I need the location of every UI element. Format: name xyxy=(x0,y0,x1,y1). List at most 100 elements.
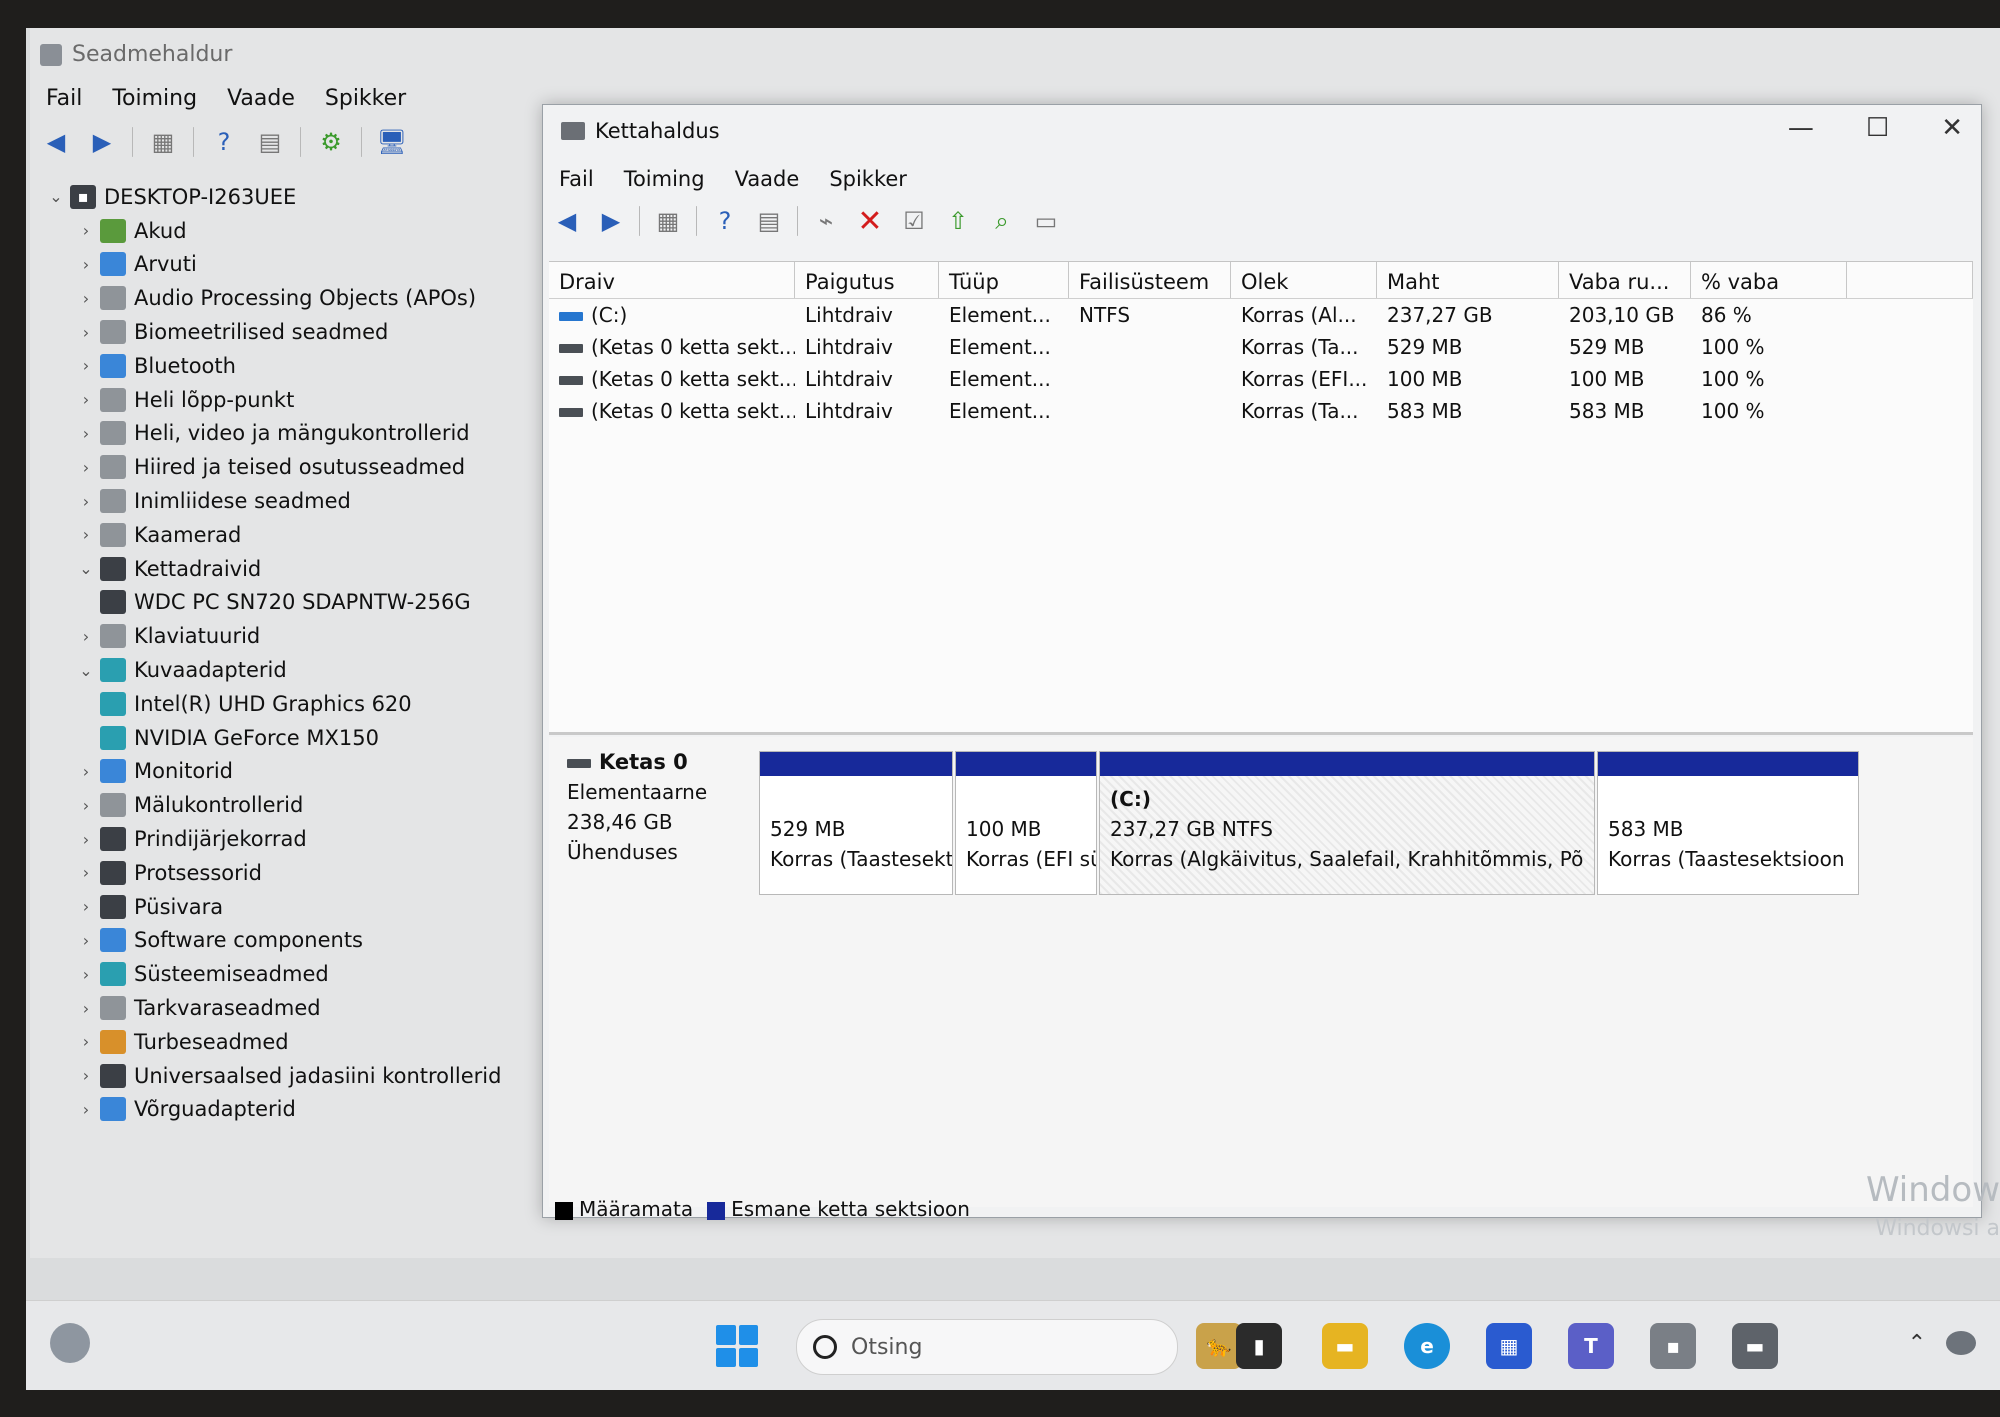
partition-recovery-1[interactable]: 529 MB Korras (Taastesektsioo xyxy=(759,751,953,895)
tree-item[interactable]: › Audio Processing Objects (APOs) xyxy=(42,281,562,315)
device-manager-taskbar-icon[interactable]: ▪ xyxy=(1650,1323,1696,1369)
chevron-down-icon[interactable]: ⌄ xyxy=(72,661,100,680)
back-arrow-icon[interactable]: ◀ xyxy=(551,205,583,237)
chevron-right-icon[interactable]: › xyxy=(72,289,100,308)
tree-item[interactable]: › Hiired ja teised osutusseadmed xyxy=(42,450,562,484)
column-header-tyyp[interactable]: Tüüp xyxy=(939,262,1069,298)
tree-item[interactable]: › Universaalsed jadasiini kontrollerid xyxy=(42,1059,562,1093)
file-explorer-icon[interactable]: ▬ xyxy=(1322,1323,1368,1369)
tree-item[interactable]: › Akud xyxy=(42,214,562,248)
partition-c-drive[interactable]: (C:) 237,27 GB NTFS Korras (Algkäivitus,… xyxy=(1099,751,1595,895)
chevron-right-icon[interactable]: › xyxy=(72,1032,100,1051)
chevron-right-icon[interactable]: › xyxy=(72,762,100,781)
forward-arrow-icon[interactable]: ▶ xyxy=(86,126,118,158)
disk-management-taskbar-icon[interactable]: ▬ xyxy=(1732,1323,1778,1369)
tree-item[interactable]: › Püsivara xyxy=(42,890,562,924)
chevron-right-icon[interactable]: › xyxy=(72,863,100,882)
tree-item[interactable]: › Kaamerad xyxy=(42,518,562,552)
onedrive-icon[interactable] xyxy=(1946,1331,1976,1355)
column-header-vaba-ruum[interactable]: Vaba ru... xyxy=(1559,262,1691,298)
table-row[interactable]: (C:) Lihtdraiv Element... NTFS Korras (Al...… xyxy=(549,299,1973,331)
scan-hardware-icon[interactable]: 🖥 xyxy=(376,126,408,158)
chevron-right-icon[interactable]: › xyxy=(72,931,100,950)
chevron-right-icon[interactable]: › xyxy=(72,492,100,511)
partition-efi[interactable]: 100 MB Korras (EFI süst xyxy=(955,751,1097,895)
chevron-right-icon[interactable]: › xyxy=(72,965,100,984)
tree-item[interactable]: › Arvuti xyxy=(42,248,562,282)
connect-disk-icon[interactable]: ⌁ xyxy=(810,205,842,237)
delete-icon[interactable]: ✕ xyxy=(854,204,886,239)
help-icon[interactable]: ? xyxy=(208,126,240,158)
menu-vaade[interactable]: Vaade xyxy=(227,86,295,111)
menu-toiming[interactable]: Toiming xyxy=(112,86,197,111)
tree-item[interactable]: › Süsteemiseadmed xyxy=(42,957,562,991)
tree-item[interactable]: › Tarkvaraseadmed xyxy=(42,991,562,1025)
tree-item[interactable]: ⌄ Kuvaadapterid xyxy=(42,653,562,687)
tree-item[interactable]: ⌄ Kettadraivid xyxy=(42,552,562,586)
tree-item[interactable]: NVIDIA GeForce MX150 xyxy=(42,721,562,755)
tree-item[interactable]: › Heli lõpp-punkt xyxy=(42,383,562,417)
edge-browser-icon[interactable]: e xyxy=(1404,1323,1450,1369)
column-header-protsent-vaba[interactable]: % vaba xyxy=(1691,262,1847,298)
tree-item[interactable]: Intel(R) UHD Graphics 620 xyxy=(42,687,562,721)
widgets-icon[interactable] xyxy=(50,1323,90,1363)
chevron-right-icon[interactable]: › xyxy=(72,424,100,443)
help-icon[interactable]: ? xyxy=(709,205,741,237)
tree-item[interactable]: › Klaviatuurid xyxy=(42,619,562,653)
tree-item[interactable]: › Prindijärjekorrad xyxy=(42,822,562,856)
settings-pane-icon[interactable]: ▭ xyxy=(1030,205,1062,237)
chevron-right-icon[interactable]: › xyxy=(72,255,100,274)
table-row[interactable]: (Ketas 0 ketta sekt... Lihtdraiv Element..… xyxy=(549,363,1973,395)
teams-icon[interactable]: T xyxy=(1568,1323,1614,1369)
menu-spikker[interactable]: Spikker xyxy=(325,86,406,111)
chevron-right-icon[interactable]: › xyxy=(72,356,100,375)
minimize-icon[interactable]: — xyxy=(1788,113,1814,143)
table-row[interactable]: (Ketas 0 ketta sekt... Lihtdraiv Element..… xyxy=(549,395,1973,427)
chevron-right-icon[interactable]: › xyxy=(72,897,100,916)
back-arrow-icon[interactable]: ◀ xyxy=(40,126,72,158)
partition-recovery-2[interactable]: 583 MB Korras (Taastesektsioon xyxy=(1597,751,1859,895)
chevron-right-icon[interactable]: › xyxy=(72,525,100,544)
taskbar-search[interactable]: Otsing xyxy=(796,1319,1178,1375)
maximize-icon[interactable]: ☐ xyxy=(1866,113,1889,143)
task-view-icon[interactable]: ▮ xyxy=(1236,1323,1282,1369)
chevron-right-icon[interactable]: › xyxy=(72,1100,100,1119)
chevron-right-icon[interactable]: › xyxy=(72,830,100,849)
tree-root[interactable]: ⌄ ▪ DESKTOP-I263UEE xyxy=(42,180,562,214)
menu-fail[interactable]: Fail xyxy=(559,167,594,191)
chevron-down-icon[interactable]: ⌄ xyxy=(42,187,70,206)
import-icon[interactable]: ⇧ xyxy=(942,205,974,237)
chevron-right-icon[interactable]: › xyxy=(72,390,100,409)
tree-item[interactable]: › Mälukontrollerid xyxy=(42,788,562,822)
tree-item[interactable]: › Protsessorid xyxy=(42,856,562,890)
tree-item[interactable]: › Software components xyxy=(42,924,562,958)
menu-spikker[interactable]: Spikker xyxy=(829,167,907,191)
chevron-right-icon[interactable]: › xyxy=(72,221,100,240)
show-hide-console-tree-icon[interactable]: ▦ xyxy=(652,205,684,237)
column-header-olek[interactable]: Olek xyxy=(1231,262,1377,298)
start-button[interactable] xyxy=(716,1325,758,1367)
checklist-icon[interactable]: ☑ xyxy=(898,205,930,237)
properties-pane-icon[interactable]: ▤ xyxy=(254,126,286,158)
disk-0-label[interactable]: Ketas 0 Elementaarne 238,46 GB Ühenduses xyxy=(555,747,767,867)
tree-item[interactable]: › Turbeseadmed xyxy=(42,1025,562,1059)
menu-fail[interactable]: Fail xyxy=(46,86,82,111)
tree-item[interactable]: › Monitorid xyxy=(42,755,562,789)
update-driver-icon[interactable]: ⚙ xyxy=(315,126,347,158)
chevron-right-icon[interactable]: › xyxy=(72,458,100,477)
table-row[interactable]: (Ketas 0 ketta sekt... Lihtdraiv Element..… xyxy=(549,331,1973,363)
chevron-down-icon[interactable]: ⌄ xyxy=(72,559,100,578)
tree-item[interactable]: › Võrguadapterid xyxy=(42,1093,562,1127)
chevron-right-icon[interactable]: › xyxy=(72,627,100,646)
menu-toiming[interactable]: Toiming xyxy=(624,167,705,191)
close-icon[interactable]: ✕ xyxy=(1941,113,1963,143)
properties-pane-icon[interactable]: ▤ xyxy=(753,205,785,237)
show-hide-console-tree-icon[interactable]: ▦ xyxy=(147,126,179,158)
column-header-draiv[interactable]: Draiv xyxy=(549,262,795,298)
chevron-right-icon[interactable]: › xyxy=(72,796,100,815)
chevron-right-icon[interactable]: › xyxy=(72,323,100,342)
tree-item[interactable]: › Heli, video ja mängukontrollerid xyxy=(42,417,562,451)
tree-item[interactable]: › Bluetooth xyxy=(42,349,562,383)
forward-arrow-icon[interactable]: ▶ xyxy=(595,205,627,237)
menu-vaade[interactable]: Vaade xyxy=(735,167,800,191)
